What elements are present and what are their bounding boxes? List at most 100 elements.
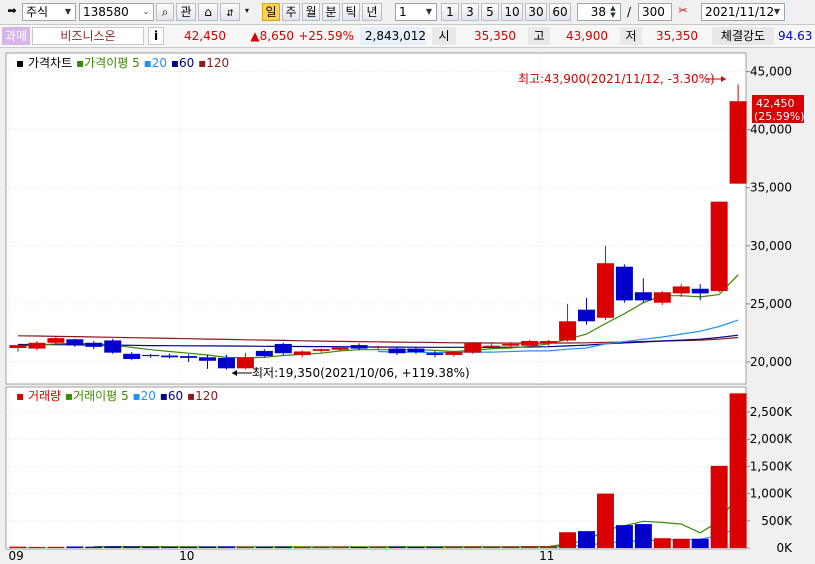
updown-button[interactable]: ⇵ xyxy=(220,3,240,21)
open-label: 시 xyxy=(432,27,456,45)
count-stepper[interactable]: 38 ▲ ▼ xyxy=(577,3,621,21)
period-year-button[interactable]: 년 xyxy=(362,3,382,21)
interval-5-button[interactable]: 5 xyxy=(481,3,499,21)
candle-body xyxy=(596,263,614,318)
scissors-icon: ✂ xyxy=(678,4,688,17)
more-button[interactable]: ▾ xyxy=(242,3,252,21)
candle xyxy=(615,264,633,303)
chevron-down-icon: ▼ xyxy=(773,7,781,16)
period-minute-button[interactable]: 분 xyxy=(322,3,340,21)
volume-bar xyxy=(502,546,520,548)
candle xyxy=(464,342,482,354)
legend-vma5: 5 xyxy=(121,389,129,403)
volume-bar xyxy=(521,546,539,548)
stepper-icon[interactable]: ▲ ▼ xyxy=(607,5,619,19)
volume-bar xyxy=(729,393,747,548)
code-input[interactable]: 138580 ⌄ xyxy=(79,3,154,21)
candle-body xyxy=(142,354,160,357)
interval-30-button[interactable]: 30 xyxy=(525,3,547,21)
search-button[interactable]: ⌕ xyxy=(156,3,174,21)
candle-body xyxy=(388,348,406,354)
count-total-input[interactable]: 300 xyxy=(638,3,672,21)
interval-60-button[interactable]: 60 xyxy=(549,3,571,21)
legend-vma120: 120 xyxy=(195,389,218,403)
candle-body xyxy=(123,353,141,360)
legend-marker: ▪ xyxy=(198,56,206,70)
volume-bar xyxy=(217,546,235,548)
candle xyxy=(710,201,728,293)
interval-3-button[interactable]: 3 xyxy=(461,3,479,21)
candle-body xyxy=(521,341,539,346)
legend-marker: ▪ xyxy=(16,56,24,70)
period-month-button[interactable]: 월 xyxy=(302,3,320,21)
home-button[interactable]: ⌂ xyxy=(198,3,218,21)
candle-body xyxy=(483,345,501,347)
high-label: 고 xyxy=(528,27,550,45)
legend-vma60: 60 xyxy=(168,389,183,403)
candle-body xyxy=(578,309,595,322)
volume-bar xyxy=(578,531,595,548)
period-week-button[interactable]: 주 xyxy=(282,3,300,21)
info-button[interactable]: i xyxy=(148,27,164,45)
interval-1-button[interactable]: 1 xyxy=(441,3,459,21)
count-separator: / xyxy=(627,5,632,19)
volume-bar xyxy=(180,547,198,549)
price-change-pct: +25.59% xyxy=(298,29,354,43)
volume-tick-label: 1,000K xyxy=(750,487,793,501)
volume-bar xyxy=(445,546,463,548)
legend-marker: ▪ xyxy=(65,389,73,403)
search-icon: ⌕ xyxy=(161,5,169,19)
volume-bar xyxy=(407,547,425,549)
candle-body xyxy=(274,343,292,354)
candle-body xyxy=(672,286,690,294)
volume-bar xyxy=(312,546,330,548)
volume-bar xyxy=(559,532,577,548)
volume-bar xyxy=(142,546,160,548)
candle-body xyxy=(691,288,709,294)
legend-ma5: 5 xyxy=(132,56,140,70)
market-select[interactable]: 주식 ▼ xyxy=(22,3,76,21)
volume-bar xyxy=(615,525,633,548)
date-select[interactable]: 2021/11/12 ▼ xyxy=(701,3,785,21)
legend-marker: ▪ xyxy=(144,56,152,70)
legend-volume-title: 거래량 xyxy=(28,389,61,403)
x-tick-label: 09 xyxy=(9,549,24,563)
volume-tick-label: 2,500K xyxy=(750,405,793,419)
legend-price-title: 가격차트 xyxy=(28,56,72,70)
candle-body xyxy=(293,351,311,355)
candle-body xyxy=(104,340,122,353)
volume-bar xyxy=(255,546,273,548)
reset-button[interactable]: ✂ xyxy=(674,3,692,21)
legend-vma20: 20 xyxy=(141,389,156,403)
relation-button[interactable]: 관 xyxy=(176,3,196,21)
candle-body xyxy=(180,356,198,358)
candle-body xyxy=(331,347,349,350)
high-annotation: 최고:43,900(2021/11/12, -3.30%) xyxy=(518,72,715,86)
volume-bar xyxy=(691,538,709,548)
period-tick-button[interactable]: 틱 xyxy=(342,3,360,21)
svg-text:최저:19,350(2021/10/06, +119.38%: 최저:19,350(2021/10/06, +119.38%) xyxy=(252,366,470,380)
last-pct-label: (25.59%) xyxy=(754,110,805,123)
candle-body xyxy=(559,321,577,341)
interval-10-button[interactable]: 10 xyxy=(501,3,523,21)
chart-area[interactable]: 45,000 40,000 35,000 30,000 25,000 20,000 2,50… xyxy=(0,48,815,564)
period-day-button[interactable]: 일 xyxy=(262,3,280,21)
current-price: 42,450 xyxy=(184,29,226,43)
strength-label: 체결강도 xyxy=(712,27,774,45)
volume-bar xyxy=(350,547,368,549)
legend-ma60: 60 xyxy=(179,56,194,70)
candle-body xyxy=(634,292,652,301)
price-tick-label: 35,000 xyxy=(750,181,792,195)
menu-arrow-icon[interactable]: ➡ xyxy=(4,3,20,21)
volume-bar xyxy=(47,546,65,548)
legend-ma20: 20 xyxy=(152,56,167,70)
stock-name[interactable]: 비즈니스온 xyxy=(32,27,144,45)
svg-text:42,450: 42,450 xyxy=(756,97,795,110)
interval-select[interactable]: 1 ▼ xyxy=(395,3,437,21)
legend-marker: ▪ xyxy=(76,56,84,70)
volume-tick-label: 500K xyxy=(761,514,793,528)
price-tick-label: 40,000 xyxy=(750,123,792,137)
candle-body xyxy=(217,357,235,369)
candle-body xyxy=(710,201,728,292)
candle-body xyxy=(502,343,520,346)
